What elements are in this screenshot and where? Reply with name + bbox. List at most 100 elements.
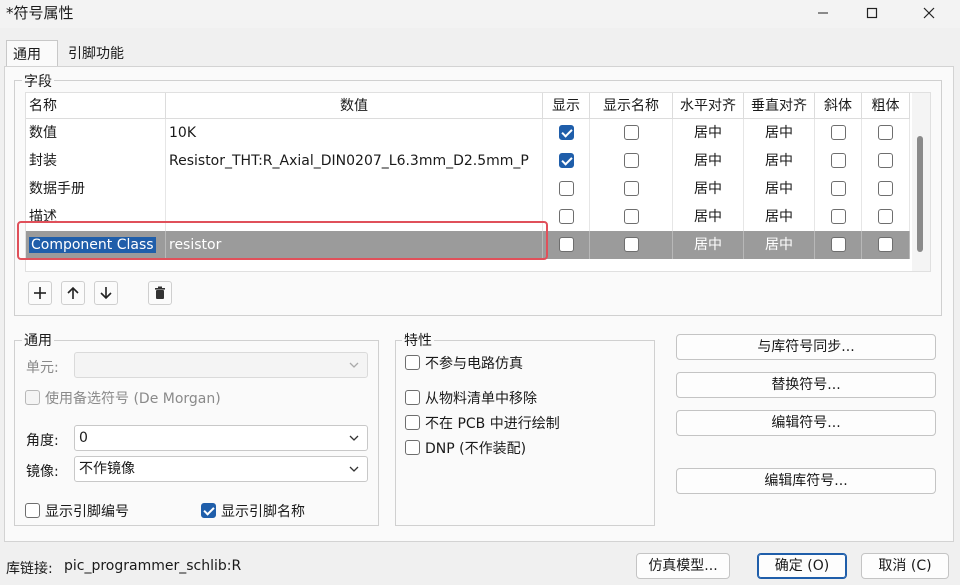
cell-v-align[interactable]: 居中 [744,175,815,203]
cell-bold[interactable] [862,175,910,203]
header-name[interactable]: 名称 [26,93,166,119]
scrollbar-thumb[interactable] [917,136,923,252]
show-pin-name-checkbox[interactable]: 显示引脚名称 [201,501,305,521]
cell-show[interactable] [543,203,590,231]
sync-symbol-button[interactable]: 与库符号同步... [676,334,936,360]
checkbox[interactable] [623,236,639,252]
header-italic[interactable]: 斜体 [815,93,862,119]
cell-show[interactable] [543,231,590,259]
checkbox[interactable] [623,124,639,140]
cell-h-align[interactable]: 居中 [673,175,744,203]
checkbox[interactable] [25,389,40,405]
header-show[interactable]: 显示 [543,93,590,119]
cell-v-align[interactable]: 居中 [744,119,815,147]
move-down-button[interactable] [94,281,118,305]
tab-pin-functions[interactable]: 引脚功能 [62,40,142,66]
checkbox[interactable] [878,124,893,140]
checkbox[interactable] [830,180,846,196]
checkbox[interactable] [558,236,574,252]
header-bold[interactable]: 粗体 [862,93,910,119]
checkbox[interactable] [878,152,893,168]
sim-model-button[interactable]: 仿真模型... [636,553,730,579]
edit-symbol-button[interactable]: 编辑符号... [676,410,936,436]
header-show-name[interactable]: 显示名称 [590,93,673,119]
cell-v-align[interactable]: 居中 [744,231,815,259]
cell-bold[interactable] [862,119,910,147]
cell-show[interactable] [543,147,590,175]
add-field-button[interactable] [28,281,52,305]
ok-button[interactable]: 确定 (O) [757,553,847,579]
checkbox[interactable] [878,208,893,224]
cell-name[interactable]: 数值 [26,119,166,147]
cell-h-align[interactable]: 居中 [673,119,744,147]
cell-italic[interactable] [815,119,862,147]
close-button[interactable] [906,0,952,26]
cell-italic[interactable] [815,231,862,259]
exclude-sim-checkbox[interactable]: 不参与电路仿真 [405,353,523,373]
header-value[interactable]: 数值 [166,93,543,119]
show-pin-number-checkbox[interactable]: 显示引脚编号 [25,501,129,521]
checkbox[interactable] [405,414,420,430]
cell-name[interactable]: 封装 [26,147,166,175]
delete-field-button[interactable] [148,281,172,305]
checkbox[interactable] [623,208,639,224]
cell-show-name[interactable] [590,147,673,175]
cell-show-name[interactable] [590,203,673,231]
cell-bold[interactable] [862,147,910,175]
angle-select[interactable]: 0 [74,425,368,451]
header-v-align[interactable]: 垂直对齐 [744,93,815,119]
dnp-checkbox[interactable]: DNP (不作装配) [405,438,526,458]
checkbox[interactable] [405,389,420,405]
table-row[interactable]: 封装 Resistor_THT:R_Axial_DIN0207_L6.3mm_D2… [26,147,910,175]
checkbox[interactable] [830,124,846,140]
table-row[interactable]: 数据手册 居中 居中 [26,175,910,203]
cell-value[interactable]: 10K [166,119,543,147]
checkbox[interactable] [830,152,846,168]
cell-v-align[interactable]: 居中 [744,203,815,231]
replace-symbol-button[interactable]: 替换符号... [676,372,936,398]
checkbox[interactable] [623,152,639,168]
cell-show[interactable] [543,175,590,203]
checkbox[interactable] [623,180,639,196]
checkbox[interactable] [25,502,40,518]
cell-show[interactable] [543,119,590,147]
exclude-bom-checkbox[interactable]: 从物料清单中移除 [405,388,537,408]
cell-h-align[interactable]: 居中 [673,231,744,259]
cell-bold[interactable] [862,203,910,231]
cell-italic[interactable] [815,203,862,231]
minimize-button[interactable] [800,0,846,26]
checkbox[interactable] [558,124,574,140]
edit-lib-symbol-button[interactable]: 编辑库符号... [676,468,936,494]
cell-show-name[interactable] [590,175,673,203]
cell-h-align[interactable]: 居中 [673,203,744,231]
checkbox[interactable] [878,236,893,252]
unit-select[interactable] [74,352,368,378]
maximize-button[interactable] [849,0,895,26]
cell-h-align[interactable]: 居中 [673,147,744,175]
cell-name[interactable]: 数据手册 [26,175,166,203]
cell-v-align[interactable]: 居中 [744,147,815,175]
checkbox[interactable] [405,439,420,455]
table-row[interactable]: 数值 10K 居中 居中 [26,119,910,147]
checkbox[interactable] [830,236,846,252]
checkbox[interactable] [558,152,574,168]
checkbox[interactable] [878,180,893,196]
cell-italic[interactable] [815,175,862,203]
mirror-select[interactable]: 不作镜像 [74,456,368,482]
checkbox[interactable] [201,502,216,518]
header-h-align[interactable]: 水平对齐 [673,93,744,119]
cell-value[interactable] [166,175,543,203]
cell-show-name[interactable] [590,231,673,259]
cancel-button[interactable]: 取消 (C) [861,553,949,579]
cell-bold[interactable] [862,231,910,259]
checkbox[interactable] [405,354,420,370]
checkbox[interactable] [558,208,574,224]
checkbox[interactable] [830,208,846,224]
cell-show-name[interactable] [590,119,673,147]
checkbox[interactable] [558,180,574,196]
cell-italic[interactable] [815,147,862,175]
demorgan-checkbox[interactable]: 使用备选符号 (De Morgan) [25,388,221,408]
cell-value[interactable]: Resistor_THT:R_Axial_DIN0207_L6.3mm_D2.5… [166,147,543,175]
tab-general[interactable]: 通用 [6,40,58,66]
move-up-button[interactable] [61,281,85,305]
